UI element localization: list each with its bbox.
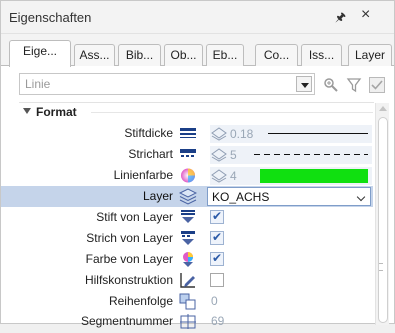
apply-check-icon[interactable] (369, 77, 385, 93)
tab-ass[interactable]: Ass... (74, 44, 115, 66)
strichart-value: 5 (230, 148, 237, 162)
tab-bib[interactable]: Bib... (118, 44, 161, 66)
row-layer[interactable]: Layer KO_ACHS (1, 186, 373, 207)
pen-from-layer-icon (179, 209, 197, 226)
group-format[interactable]: Format (23, 105, 77, 119)
properties-panel: Eigenschaften 🖈 × Eige... Ass... Bib... … (0, 0, 395, 329)
row-linienfarbe[interactable]: Linienfarbe 4 (1, 165, 373, 186)
line-preview (268, 133, 368, 134)
vertical-scrollbar[interactable] (375, 103, 389, 325)
label-stift-von-layer: Stift von Layer (96, 210, 173, 224)
tab-eb[interactable]: Eb... (206, 44, 244, 66)
stift-von-layer-checkbox[interactable] (210, 209, 224, 224)
segmentnummer-value[interactable]: 69 (211, 314, 224, 328)
stiftdicke-value: 0.18 (230, 127, 254, 141)
row-strichart[interactable]: Strichart 5 (1, 144, 373, 165)
row-stiftdicke[interactable]: Stiftdicke 0.18 (1, 123, 373, 144)
strichart-field[interactable]: 5 (210, 146, 372, 164)
filter-row: Linie (1, 67, 394, 103)
layer-dropdown[interactable]: KO_ACHS (207, 187, 371, 206)
layer-arrow-icon (211, 169, 227, 183)
strich-von-layer-checkbox[interactable] (210, 230, 224, 245)
linienfarbe-field[interactable]: 4 (210, 167, 372, 185)
tab-ob[interactable]: Ob... (164, 44, 203, 66)
filter-icon[interactable] (346, 77, 362, 93)
hilfskonstruktion-checkbox[interactable] (210, 273, 224, 287)
tab-eigenschaften[interactable]: Eige... (9, 40, 71, 67)
collapse-triangle-icon[interactable] (23, 108, 31, 114)
tab-strip: Eige... Ass... Bib... Ob... Eb... Co... … (1, 34, 394, 67)
separator (19, 102, 374, 103)
row-segmentnummer[interactable]: Segmentnummer 69 (1, 311, 373, 332)
group-divider (91, 112, 373, 113)
label-layer: Layer (142, 189, 173, 203)
panel-title: Eigenschaften (9, 10, 92, 25)
dash-preview (254, 154, 368, 155)
zoom-icon[interactable] (323, 77, 339, 93)
scroll-thumb[interactable] (378, 117, 388, 323)
row-stift-von-layer[interactable]: Stift von Layer (1, 207, 373, 228)
row-hilfskonstruktion[interactable]: Hilfskonstruktion (1, 270, 373, 291)
pen-thickness-icon (179, 125, 197, 142)
layer-value: KO_ACHS (212, 190, 270, 204)
title-bar: Eigenschaften 🖈 × (1, 1, 394, 34)
chevron-down-icon[interactable] (296, 76, 312, 92)
line-type-icon (179, 146, 197, 163)
layer-arrow-icon (211, 127, 227, 141)
label-strichart: Strichart (128, 147, 173, 161)
label-farbe-von-layer: Farbe von Layer (85, 252, 173, 266)
label-hilfskonstruktion: Hilfskonstruktion (84, 273, 173, 287)
pin-icon[interactable]: 🖈 (335, 8, 346, 29)
reihenfolge-value[interactable]: 0 (211, 294, 218, 308)
close-icon[interactable]: × (361, 6, 370, 24)
layers-icon (178, 188, 198, 205)
row-reihenfolge[interactable]: Reihenfolge 0 (1, 291, 373, 312)
linienfarbe-value: 4 (230, 169, 237, 183)
tab-layer[interactable]: Layer (348, 44, 392, 66)
tab-iss[interactable]: Iss... (301, 44, 342, 66)
color-swatch (260, 169, 368, 183)
tab-co[interactable]: Co... (255, 44, 298, 66)
layer-arrow-icon (211, 148, 227, 162)
line-from-layer-icon (179, 230, 197, 247)
group-title: Format (36, 105, 77, 119)
filter-value: Linie (25, 77, 51, 91)
label-reihenfolge: Reihenfolge (108, 294, 173, 308)
construction-pencil-icon (179, 272, 197, 289)
color-from-layer-icon (179, 251, 197, 268)
chevron-down-icon[interactable] (356, 192, 366, 202)
scroll-up-icon[interactable] (379, 106, 387, 111)
label-strich-von-layer: Strich von Layer (86, 231, 173, 245)
row-farbe-von-layer[interactable]: Farbe von Layer (1, 249, 373, 270)
label-segmentnummer: Segmentnummer (80, 314, 173, 328)
grip-icon (379, 263, 383, 271)
order-icon (179, 293, 197, 310)
farbe-von-layer-checkbox[interactable] (210, 251, 224, 266)
row-strich-von-layer[interactable]: Strich von Layer (1, 228, 373, 249)
label-linienfarbe: Linienfarbe (113, 168, 173, 182)
stiftdicke-field[interactable]: 0.18 (210, 125, 372, 143)
color-wheel-icon (179, 167, 197, 184)
label-stiftdicke: Stiftdicke (124, 126, 173, 140)
segment-icon (179, 313, 197, 330)
filter-combo[interactable]: Linie (19, 73, 315, 95)
